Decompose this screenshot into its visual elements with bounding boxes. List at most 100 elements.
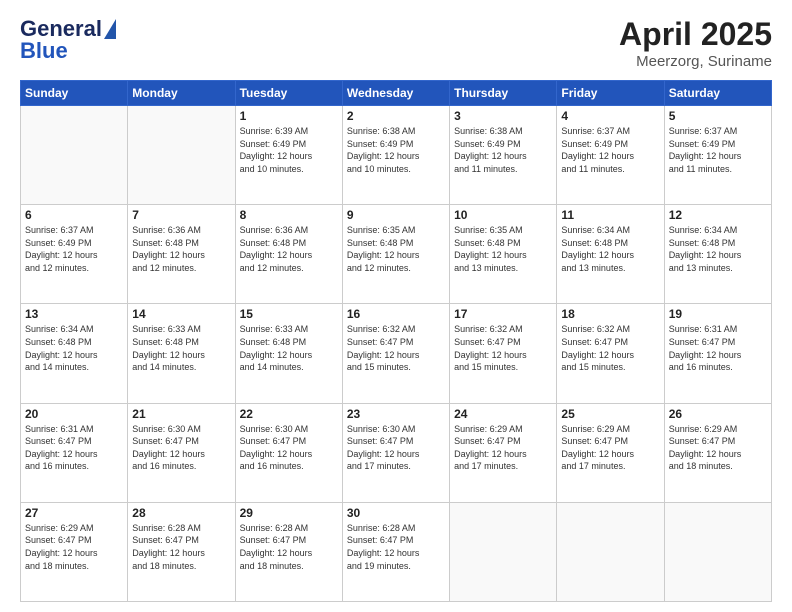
day-number: 10: [454, 208, 552, 222]
calendar-cell-w4-d3: 22 Sunrise: 6:30 AM Sunset: 6:47 PM Dayli…: [235, 403, 342, 502]
day-number: 9: [347, 208, 445, 222]
calendar-cell-w3-d3: 15Sunrise: 6:33 AM Sunset: 6:48 PM Dayli…: [235, 304, 342, 403]
calendar-cell-w3-d2: 14 Sunrise: 6:33 AM Sunset: 6:48 PM Dayli…: [128, 304, 235, 403]
day-number: 17: [454, 307, 552, 321]
day-info: Sunrise: 6:32 AM Sunset: 6:47 PM Dayligh…: [454, 323, 552, 373]
calendar-cell-w2-d1: 6 Sunrise: 6:37 AM Sunset: 6:49 PM Daylig…: [21, 205, 128, 304]
day-number: 16: [347, 307, 445, 321]
day-number: 3: [454, 109, 552, 123]
calendar-week-2: 6 Sunrise: 6:37 AM Sunset: 6:49 PM Daylig…: [21, 205, 772, 304]
day-info: Sunrise: 6:37 AM Sunset: 6:49 PM Dayligh…: [669, 125, 767, 175]
header-sunday: Sunday: [21, 81, 128, 106]
header-friday: Friday: [557, 81, 664, 106]
day-info: Sunrise: 6:34 AM Sunset: 6:48 PM Dayligh…: [669, 224, 767, 274]
day-number: 12: [669, 208, 767, 222]
day-info: Sunrise: 6:36 AM Sunset: 6:48 PM Dayligh…: [240, 224, 338, 274]
calendar-cell-w2-d6: 11Sunrise: 6:34 AM Sunset: 6:48 PM Dayli…: [557, 205, 664, 304]
day-number: 19: [669, 307, 767, 321]
header-tuesday: Tuesday: [235, 81, 342, 106]
calendar-cell-w4-d2: 21 Sunrise: 6:30 AM Sunset: 6:47 PM Dayli…: [128, 403, 235, 502]
day-info: Sunrise: 6:38 AM Sunset: 6:49 PM Dayligh…: [347, 125, 445, 175]
header-monday: Monday: [128, 81, 235, 106]
location: Meerzorg, Suriname: [619, 53, 772, 70]
calendar-cell-w1-d2: [128, 106, 235, 205]
calendar-header-row: Sunday Monday Tuesday Wednesday Thursday…: [21, 81, 772, 106]
day-info: Sunrise: 6:30 AM Sunset: 6:47 PM Dayligh…: [240, 423, 338, 473]
calendar-cell-w5-d3: 29 Sunrise: 6:28 AM Sunset: 6:47 PM Dayli…: [235, 502, 342, 601]
day-number: 4: [561, 109, 659, 123]
day-number: 14: [132, 307, 230, 321]
day-info: Sunrise: 6:37 AM Sunset: 6:49 PM Dayligh…: [25, 224, 123, 274]
day-info: Sunrise: 6:29 AM Sunset: 6:47 PM Dayligh…: [669, 423, 767, 473]
day-number: 5: [669, 109, 767, 123]
day-number: 21: [132, 407, 230, 421]
day-info: Sunrise: 6:38 AM Sunset: 6:49 PM Dayligh…: [454, 125, 552, 175]
day-number: 24: [454, 407, 552, 421]
header-saturday: Saturday: [664, 81, 771, 106]
calendar-cell-w1-d5: 3 Sunrise: 6:38 AM Sunset: 6:49 PM Daylig…: [450, 106, 557, 205]
calendar-cell-w5-d7: [664, 502, 771, 601]
month-title: April 2025: [619, 16, 772, 53]
day-info: Sunrise: 6:28 AM Sunset: 6:47 PM Dayligh…: [132, 522, 230, 572]
calendar-week-3: 13 Sunrise: 6:34 AM Sunset: 6:48 PM Dayli…: [21, 304, 772, 403]
day-number: 11: [561, 208, 659, 222]
day-number: 2: [347, 109, 445, 123]
calendar-cell-w5-d6: [557, 502, 664, 601]
day-info: Sunrise: 6:36 AM Sunset: 6:48 PM Dayligh…: [132, 224, 230, 274]
logo-triangle-icon: [104, 19, 116, 39]
day-number: 29: [240, 506, 338, 520]
calendar-cell-w2-d7: 12 Sunrise: 6:34 AM Sunset: 6:48 PM Dayli…: [664, 205, 771, 304]
calendar-cell-w3-d4: 16 Sunrise: 6:32 AM Sunset: 6:47 PM Dayli…: [342, 304, 449, 403]
day-info: Sunrise: 6:39 AM Sunset: 6:49 PM Dayligh…: [240, 125, 338, 175]
day-info: Sunrise: 6:35 AM Sunset: 6:48 PM Dayligh…: [454, 224, 552, 274]
header-thursday: Thursday: [450, 81, 557, 106]
calendar-cell-w2-d5: 10 Sunrise: 6:35 AM Sunset: 6:48 PM Dayli…: [450, 205, 557, 304]
calendar-cell-w2-d4: 9 Sunrise: 6:35 AM Sunset: 6:48 PM Daylig…: [342, 205, 449, 304]
day-info: Sunrise: 6:29 AM Sunset: 6:47 PM Dayligh…: [454, 423, 552, 473]
calendar-cell-w4-d5: 24 Sunrise: 6:29 AM Sunset: 6:47 PM Dayli…: [450, 403, 557, 502]
calendar-cell-w5-d2: 28 Sunrise: 6:28 AM Sunset: 6:47 PM Dayli…: [128, 502, 235, 601]
logo: General Blue: [20, 16, 116, 64]
day-info: Sunrise: 6:34 AM Sunset: 6:48 PM Dayligh…: [25, 323, 123, 373]
header: General Blue April 2025 Meerzorg, Surina…: [20, 16, 772, 70]
day-info: Sunrise: 6:31 AM Sunset: 6:47 PM Dayligh…: [25, 423, 123, 473]
calendar-cell-w1-d3: 1 Sunrise: 6:39 AM Sunset: 6:49 PM Daylig…: [235, 106, 342, 205]
calendar-week-1: 1 Sunrise: 6:39 AM Sunset: 6:49 PM Daylig…: [21, 106, 772, 205]
calendar-cell-w3-d7: 19Sunrise: 6:31 AM Sunset: 6:47 PM Dayli…: [664, 304, 771, 403]
calendar-cell-w5-d4: 30Sunrise: 6:28 AM Sunset: 6:47 PM Dayli…: [342, 502, 449, 601]
day-number: 28: [132, 506, 230, 520]
calendar-cell-w5-d5: [450, 502, 557, 601]
calendar-cell-w4-d1: 20 Sunrise: 6:31 AM Sunset: 6:47 PM Dayli…: [21, 403, 128, 502]
calendar-cell-w1-d7: 5 Sunrise: 6:37 AM Sunset: 6:49 PM Daylig…: [664, 106, 771, 205]
day-number: 23: [347, 407, 445, 421]
day-number: 7: [132, 208, 230, 222]
header-wednesday: Wednesday: [342, 81, 449, 106]
calendar-cell-w2-d3: 8 Sunrise: 6:36 AM Sunset: 6:48 PM Daylig…: [235, 205, 342, 304]
calendar-cell-w1-d4: 2 Sunrise: 6:38 AM Sunset: 6:49 PM Daylig…: [342, 106, 449, 205]
day-number: 27: [25, 506, 123, 520]
day-info: Sunrise: 6:30 AM Sunset: 6:47 PM Dayligh…: [132, 423, 230, 473]
calendar-week-5: 27 Sunrise: 6:29 AM Sunset: 6:47 PM Dayli…: [21, 502, 772, 601]
calendar-week-4: 20 Sunrise: 6:31 AM Sunset: 6:47 PM Dayli…: [21, 403, 772, 502]
day-info: Sunrise: 6:28 AM Sunset: 6:47 PM Dayligh…: [240, 522, 338, 572]
day-number: 1: [240, 109, 338, 123]
day-number: 20: [25, 407, 123, 421]
day-number: 15: [240, 307, 338, 321]
day-info: Sunrise: 6:29 AM Sunset: 6:47 PM Dayligh…: [561, 423, 659, 473]
title-section: April 2025 Meerzorg, Suriname: [619, 16, 772, 70]
calendar-cell-w3-d6: 18Sunrise: 6:32 AM Sunset: 6:47 PM Dayli…: [557, 304, 664, 403]
logo-blue: Blue: [20, 38, 68, 64]
day-number: 22: [240, 407, 338, 421]
day-number: 6: [25, 208, 123, 222]
calendar-cell-w5-d1: 27 Sunrise: 6:29 AM Sunset: 6:47 PM Dayli…: [21, 502, 128, 601]
day-number: 8: [240, 208, 338, 222]
calendar-cell-w4-d6: 25Sunrise: 6:29 AM Sunset: 6:47 PM Dayli…: [557, 403, 664, 502]
day-info: Sunrise: 6:32 AM Sunset: 6:47 PM Dayligh…: [347, 323, 445, 373]
calendar-cell-w1-d1: [21, 106, 128, 205]
day-info: Sunrise: 6:35 AM Sunset: 6:48 PM Dayligh…: [347, 224, 445, 274]
day-info: Sunrise: 6:29 AM Sunset: 6:47 PM Dayligh…: [25, 522, 123, 572]
day-number: 30: [347, 506, 445, 520]
page: General Blue April 2025 Meerzorg, Surina…: [0, 0, 792, 612]
day-info: Sunrise: 6:33 AM Sunset: 6:48 PM Dayligh…: [132, 323, 230, 373]
day-number: 13: [25, 307, 123, 321]
